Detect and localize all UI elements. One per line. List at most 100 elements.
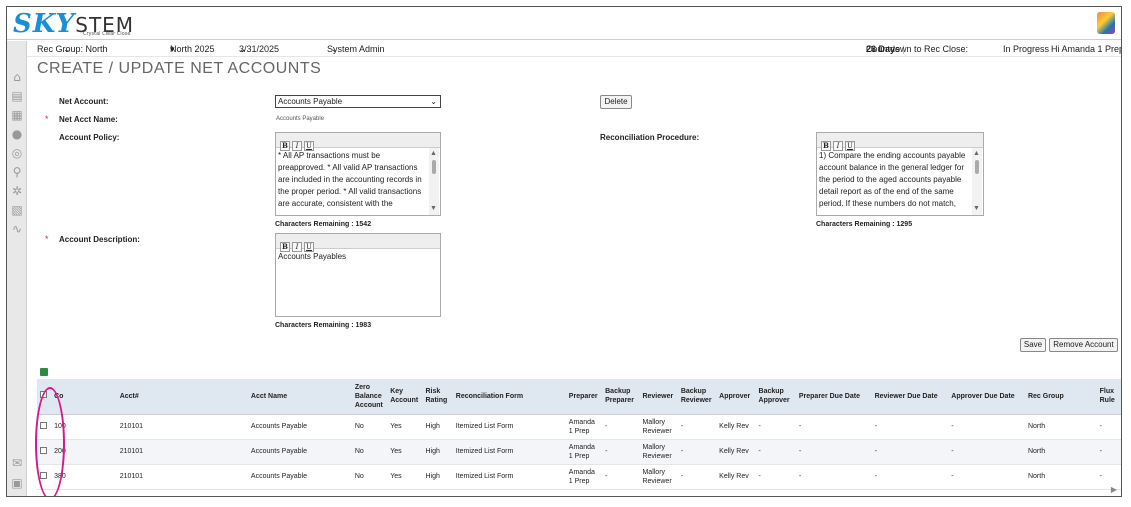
col-acct-name[interactable]: Acct Name [247, 379, 352, 415]
col-approver-due[interactable]: Approver Due Date [948, 379, 1025, 415]
row-checkbox[interactable] [40, 446, 47, 454]
col-backup-reviewer[interactable]: Backup Reviewer [677, 379, 717, 415]
scroll-down-icon[interactable]: ▼ [973, 203, 980, 215]
procedure-chars-remaining: Characters Remaining : 1295 [816, 221, 913, 228]
delete-button[interactable]: Delete [600, 95, 632, 109]
greeting-text[interactable]: Hi Amanda 1 Prep [1051, 41, 1121, 57]
col-flux-rule[interactable]: Flux Rule [1096, 379, 1121, 415]
account-policy-editor[interactable]: BIU * All AP transactions must be preapp… [275, 132, 441, 216]
rec-group-select[interactable]: Rec Group: North ⌄ [37, 41, 108, 57]
cell-key-account: Yes [387, 414, 423, 440]
cell-preparer: Amanda 1 Prep [565, 414, 603, 440]
scroll-thumb[interactable] [432, 160, 436, 174]
table-row[interactable]: 200 210101 Accounts Payable No Yes High … [37, 439, 1121, 465]
scrollbar[interactable]: ▲ ▼ [972, 148, 982, 215]
cell-zero-balance: No [351, 439, 388, 465]
cell-preparer: Amanda 1 Prep [565, 439, 603, 465]
col-acct[interactable]: Acct# [116, 379, 248, 415]
calendar-icon[interactable]: ▣ [10, 477, 24, 489]
user-avatar[interactable] [1097, 12, 1115, 34]
row-select-cell [37, 414, 52, 440]
table-row[interactable]: 100 210101 Accounts Payable No Yes High … [37, 414, 1121, 440]
rec-procedure-text[interactable]: 1) Compare the ending accounts payable a… [817, 148, 983, 215]
dashboard-icon[interactable]: ▤ [10, 90, 24, 102]
scroll-thumb[interactable] [975, 160, 979, 174]
col-preparer-due[interactable]: Preparer Due Date [795, 379, 872, 415]
col-zero-balance[interactable]: Zero Balance Account [351, 379, 388, 415]
remove-account-button[interactable]: Remove Account [1049, 338, 1118, 352]
cell-preparer-due: - [795, 439, 872, 465]
report-icon[interactable]: ▧ [10, 204, 24, 216]
net-account-select[interactable]: Accounts Payable ⌄ [275, 95, 441, 108]
cell-reviewer: Mallory Reviewer [639, 414, 678, 440]
excel-export-icon[interactable] [40, 368, 48, 376]
scroll-right-icon[interactable]: ▶ [1111, 485, 1117, 494]
cell-rec-form: Itemized List Form [452, 414, 566, 440]
home-icon[interactable]: ⌂ [10, 71, 24, 83]
cell-approver-due: - [948, 439, 1025, 465]
binoculars-icon[interactable]: ◎ [10, 147, 24, 159]
mail-icon[interactable]: ✉ [10, 457, 24, 469]
cell-approver: Kelly Rev [716, 414, 756, 440]
cell-reviewer: Mallory Reviewer [639, 464, 678, 490]
row-checkbox[interactable] [40, 471, 47, 479]
rec-procedure-editor[interactable]: BIU 1) Compare the ending accounts payab… [816, 132, 984, 216]
accounts-table: Co Acct# Acct Name Zero Balance Account … [37, 379, 1121, 490]
scroll-up-icon[interactable]: ▲ [430, 148, 437, 160]
search-icon[interactable]: ⚲ [10, 166, 24, 178]
col-backup-preparer[interactable]: Backup Preparer [602, 379, 640, 415]
cell-flux-rule: - [1096, 464, 1121, 490]
policy-chars-remaining: Characters Remaining : 1542 [275, 221, 372, 228]
editor-toolbar: BIU [276, 234, 440, 252]
editor-toolbar: BIU [276, 133, 440, 151]
document-icon[interactable]: ▦ [10, 109, 24, 121]
user-icon[interactable]: ● [10, 128, 24, 140]
account-policy-text[interactable]: * All AP transactions must be preapprove… [276, 148, 440, 215]
account-description-editor[interactable]: BIU Accounts Payables [275, 233, 441, 317]
col-key-account[interactable]: Key Account [387, 379, 423, 415]
col-rec-group[interactable]: Rec Group [1024, 379, 1097, 415]
col-backup-approver[interactable]: Backup Approver [755, 379, 796, 415]
row-checkbox[interactable] [40, 421, 47, 429]
net-acct-name-value: Accounts Payable [276, 116, 325, 122]
cell-preparer: Amanda 1 Prep [565, 464, 603, 490]
chevron-down-icon: ⌄ [430, 97, 437, 106]
skystem-logo[interactable]: SKYSTEM Crystal Clear Close [13, 9, 134, 39]
scroll-down-icon[interactable]: ▼ [430, 203, 437, 215]
col-approver[interactable]: Approver [716, 379, 756, 415]
required-marker: * [45, 114, 49, 124]
save-button[interactable]: Save [1020, 338, 1046, 352]
rec-procedure-content: 1) Compare the ending accounts payable a… [819, 151, 966, 208]
scroll-up-icon[interactable]: ▲ [973, 148, 980, 160]
top-bar: SKYSTEM Crystal Clear Close [7, 7, 1121, 40]
logo-sky-text: SKY [13, 9, 76, 39]
cell-rec-group: North [1024, 439, 1097, 465]
date-value: 3/31/2025 [239, 44, 280, 54]
cell-rec-form: Itemized List Form [452, 439, 566, 465]
chart-icon[interactable]: ∿ [10, 223, 24, 235]
col-risk-rating[interactable]: Risk Rating [422, 379, 453, 415]
cell-backup-approver: - [755, 464, 796, 490]
select-all-checkbox[interactable] [40, 391, 47, 399]
cell-approver: Kelly Rev [716, 439, 756, 465]
date-select[interactable]: 3/31/2025 ⌄ [239, 41, 279, 57]
row-select-cell [37, 464, 52, 490]
col-co[interactable]: Co [51, 379, 117, 415]
col-reviewer[interactable]: Reviewer [639, 379, 678, 415]
cell-acct-name: Accounts Payable [247, 439, 352, 465]
col-rec-form[interactable]: Reconciliation Form [452, 379, 566, 415]
cell-backup-reviewer: - [677, 464, 717, 490]
cell-flux-rule: - [1096, 439, 1121, 465]
settings-icon[interactable]: ✲ [10, 185, 24, 197]
table-row[interactable]: 380 210101 Accounts Payable No Yes High … [37, 464, 1121, 490]
period-select[interactable]: North 2025 ▾ [170, 41, 215, 57]
account-description-label: Account Description: [59, 235, 140, 244]
cell-zero-balance: No [351, 414, 388, 440]
account-description-text[interactable]: Accounts Payables [276, 249, 440, 316]
cell-co: 380 [51, 464, 117, 490]
scrollbar[interactable]: ▲ ▼ [429, 148, 439, 215]
role-select[interactable]: System Admin ⌄ [327, 41, 385, 57]
sidebar: ⌂ ▤ ▦ ● ◎ ⚲ ✲ ▧ ∿ ✉ ▣ [7, 41, 27, 496]
col-reviewer-due[interactable]: Reviewer Due Date [871, 379, 949, 415]
col-preparer[interactable]: Preparer [565, 379, 603, 415]
